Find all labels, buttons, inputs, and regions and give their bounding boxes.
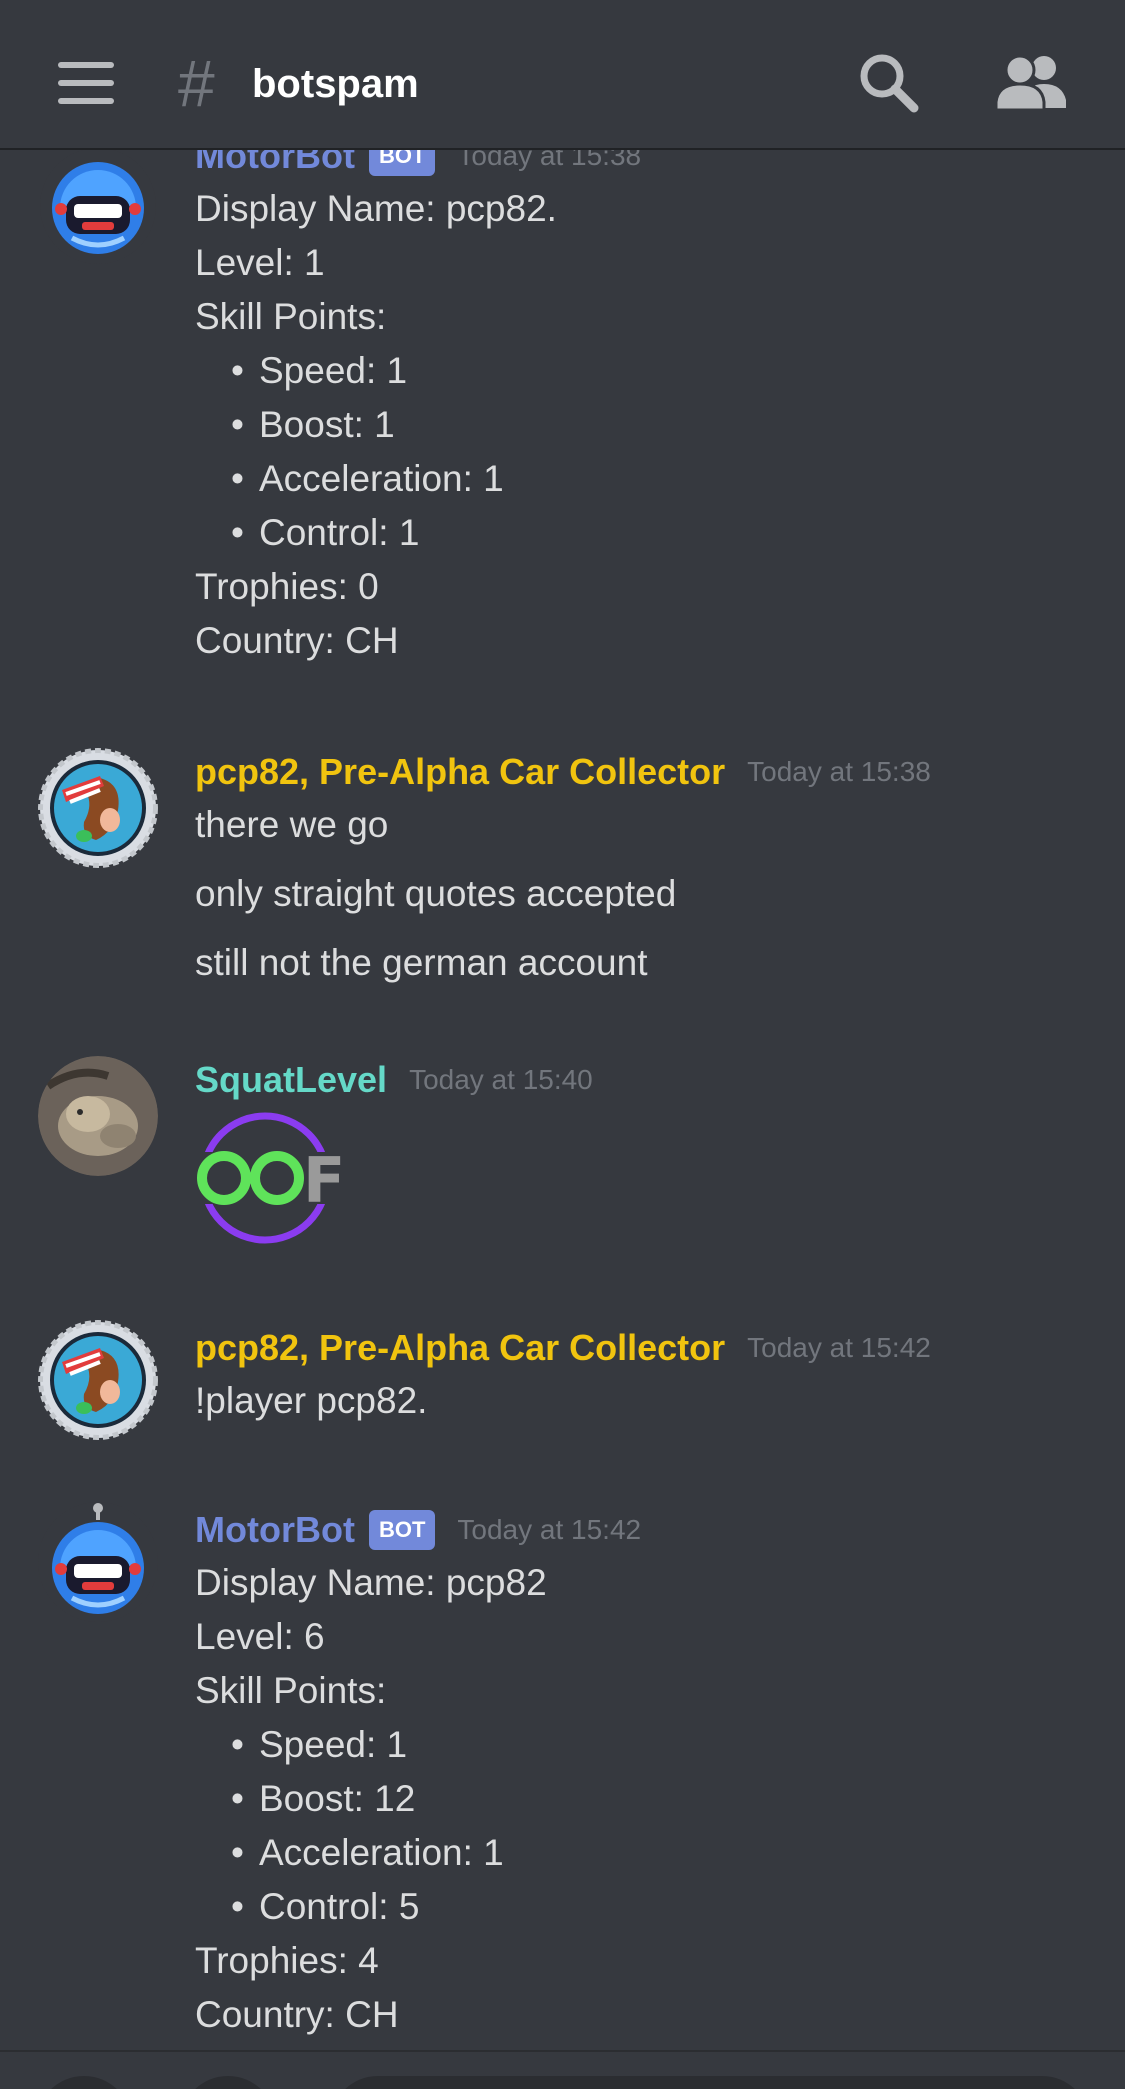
motorbot-avatar[interactable]: [38, 146, 158, 266]
message-line: still not the german account: [195, 942, 648, 983]
message-line: only straight quotes accepted: [195, 873, 677, 914]
message-line: Level: 6: [195, 1616, 325, 1657]
squatlevel-avatar[interactable]: [38, 1056, 158, 1176]
search-button[interactable]: [858, 52, 920, 114]
message-line: Trophies: 4: [195, 1940, 379, 1981]
bullet-item: Control: 5: [195, 1880, 1085, 1934]
message-line: Skill Points:: [195, 296, 387, 337]
pcp82-avatar[interactable]: [38, 748, 158, 868]
oof-emoji[interactable]: F: [195, 1112, 345, 1244]
timestamp: Today at 15:40: [409, 1064, 593, 1095]
bullet-item: Speed: 1: [195, 344, 1085, 398]
bullet-item: Boost: 1: [195, 398, 1085, 452]
gift-button[interactable]: [180, 2076, 276, 2089]
message-line: Level: 1: [195, 242, 325, 283]
channel-name[interactable]: botspam: [252, 60, 419, 108]
timestamp: Today at 15:38: [747, 756, 931, 787]
bullet-item: Speed: 1: [195, 1718, 1085, 1772]
member-list-button[interactable]: [994, 54, 1068, 112]
bullet-item: Boost: 12: [195, 1772, 1085, 1826]
author-name[interactable]: pcp82, Pre-Alpha Car Collector: [195, 1327, 725, 1368]
members-icon: [994, 54, 1066, 112]
pcp82-avatar[interactable]: [38, 1320, 158, 1440]
channel-header: # botspam: [0, 0, 1125, 150]
message-line: Display Name: pcp82: [195, 1562, 547, 1603]
hamburger-icon: [58, 62, 114, 68]
author-name[interactable]: MotorBot: [195, 1509, 355, 1550]
oof-emoji-text: F: [303, 1144, 345, 1217]
message-line: Country: CH: [195, 1994, 399, 2035]
author-name[interactable]: SquatLevel: [195, 1059, 387, 1100]
search-icon: [860, 54, 919, 113]
bullet-item: Control: 1: [195, 506, 1085, 560]
hash-icon: #: [178, 46, 215, 120]
bullet-item: Acceleration: 1: [195, 1826, 1085, 1880]
motorbot-avatar[interactable]: [38, 1502, 158, 1622]
message-line: there we go: [195, 804, 389, 845]
message-list[interactable]: MotorBot BOT Today at 15:38 Display Name: …: [0, 0, 1125, 2050]
message-line: Display Name: pcp82.: [195, 188, 557, 229]
add-attachment-button[interactable]: [36, 2076, 132, 2089]
bullet-item: Acceleration: 1: [195, 452, 1085, 506]
menu-button[interactable]: [58, 62, 114, 104]
timestamp: Today at 15:42: [747, 1332, 931, 1363]
author-name[interactable]: pcp82, Pre-Alpha Car Collector: [195, 751, 725, 792]
message-input[interactable]: [330, 2076, 1090, 2089]
hamburger-icon-bar: [58, 80, 114, 86]
message-line: Trophies: 0: [195, 566, 379, 607]
bot-badge: BOT: [368, 1510, 436, 1550]
message-line: Country: CH: [195, 620, 399, 661]
message-line: !player pcp82.: [195, 1380, 428, 1421]
message-line: Skill Points:: [195, 1670, 387, 1711]
timestamp: Today at 15:42: [457, 1514, 642, 1545]
hamburger-icon-bar: [58, 98, 114, 104]
message-composer: [0, 2050, 1125, 2089]
discord-app: MotorBot BOT Today at 15:38 Display Name: …: [0, 0, 1125, 2089]
